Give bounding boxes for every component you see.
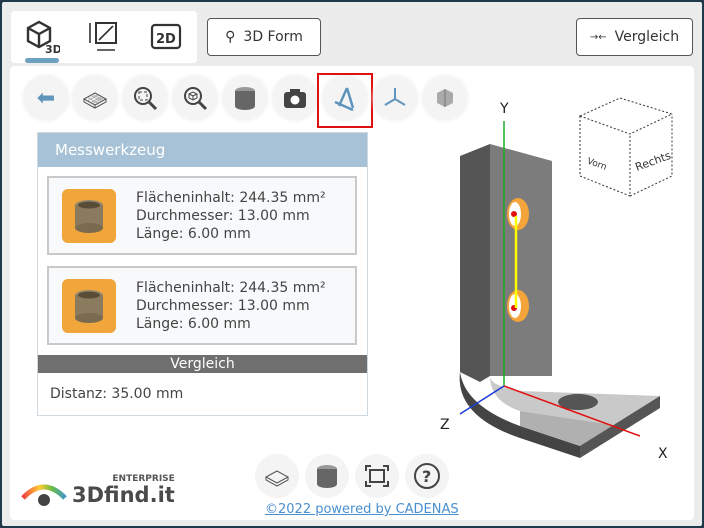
measure-title: Messwerkzeug <box>38 133 367 167</box>
axis-z-label: Z <box>440 417 450 433</box>
view-cube[interactable]: Vorn Rechts <box>578 97 674 197</box>
app-window: 3D 2D ⚲ 3D Form →← Vergleich ⬅ Messwerkz… <box>2 2 702 526</box>
shaded-cylinder-icon <box>235 87 255 110</box>
cylinder-face-icon <box>62 278 116 333</box>
fullscreen-button[interactable] <box>355 454 399 498</box>
viewer-panel: ⬅ Messwerkzeug Flächeninhalt: 244.35 mm²… <box>10 66 694 520</box>
view-mode-tabs: 3D 2D <box>11 11 197 63</box>
back-arrow-icon: ⬅ <box>36 85 56 111</box>
axis-y-label: Y <box>499 101 509 117</box>
dimensions-icon <box>89 22 117 51</box>
zoom-part-icon <box>184 87 208 111</box>
compare-button[interactable]: →← Vergleich <box>576 18 693 56</box>
shaded-cylinder-icon <box>317 465 337 488</box>
zoom-fit-icon <box>134 87 158 111</box>
measure-panel: Messwerkzeug Flächeninhalt: 244.35 mm² Du… <box>37 132 368 416</box>
logo: ENTERPRISE 3Dfind.it <box>20 474 175 506</box>
tab-dimensions[interactable] <box>85 17 123 57</box>
svg-text:?: ? <box>422 467 431 486</box>
shaded-bottom-button[interactable] <box>305 454 349 498</box>
3d-form-search-button[interactable]: ⚲ 3D Form <box>207 18 321 56</box>
svg-text:3D: 3D <box>45 43 60 55</box>
fullscreen-icon <box>365 465 389 487</box>
svg-text:2D: 2D <box>156 32 176 47</box>
wireframe-button[interactable] <box>73 76 117 120</box>
zoom-part-button[interactable] <box>173 76 217 120</box>
back-button[interactable]: ⬅ <box>24 76 68 120</box>
axes-button[interactable] <box>373 76 417 120</box>
zoom-fit-button[interactable] <box>123 76 167 120</box>
cube-3d-icon: 3D <box>26 20 60 55</box>
logo-brand: 3Dfind.it <box>72 483 175 507</box>
measure-highlight-frame <box>317 73 373 128</box>
measure-item[interactable]: Flächeninhalt: 244.35 mm² Durchmesser: 13… <box>47 176 357 255</box>
length-value: Länge: 6.00 mm <box>136 225 251 242</box>
area-value: Flächeninhalt: 244.35 mm² <box>136 189 326 206</box>
search-icon: ⚲ <box>225 29 236 45</box>
wireframe-bottom-button[interactable] <box>255 454 299 498</box>
length-value: Länge: 6.00 mm <box>136 315 251 332</box>
help-icon: ? <box>414 463 440 489</box>
speedometer-logo-icon <box>21 484 67 506</box>
camera-icon <box>284 89 306 108</box>
axes-icon <box>384 88 406 106</box>
tab-3d[interactable]: 3D <box>23 17 61 63</box>
help-button[interactable]: ? <box>405 454 449 498</box>
shaded-button[interactable] <box>223 76 267 120</box>
wireframe-icon <box>264 470 290 487</box>
area-value: Flächeninhalt: 244.35 mm² <box>136 279 326 296</box>
diameter-value: Durchmesser: 13.00 mm <box>136 297 310 314</box>
wireframe-icon <box>82 92 108 109</box>
diameter-value: Durchmesser: 13.00 mm <box>136 207 310 224</box>
3d-viewport[interactable]: Y X Z Vorn Rechts <box>430 86 694 466</box>
cadenas-link[interactable]: ©2022 powered by CADENAS <box>265 502 459 517</box>
compare-label: Vergleich <box>614 29 680 45</box>
cylinder-face-icon <box>62 188 116 243</box>
2d-icon: 2D <box>150 23 182 50</box>
compare-arrows-icon: →← <box>589 31 607 43</box>
screenshot-button[interactable] <box>273 76 317 120</box>
tab-2d[interactable]: 2D <box>147 17 185 57</box>
measure-item[interactable]: Flächeninhalt: 244.35 mm² Durchmesser: 13… <box>47 266 357 345</box>
axis-x-label: X <box>658 446 668 462</box>
compare-section-title: Vergleich <box>38 355 367 373</box>
distance-value: Distanz: 35.00 mm <box>50 386 184 402</box>
3d-form-label: 3D Form <box>243 29 303 45</box>
